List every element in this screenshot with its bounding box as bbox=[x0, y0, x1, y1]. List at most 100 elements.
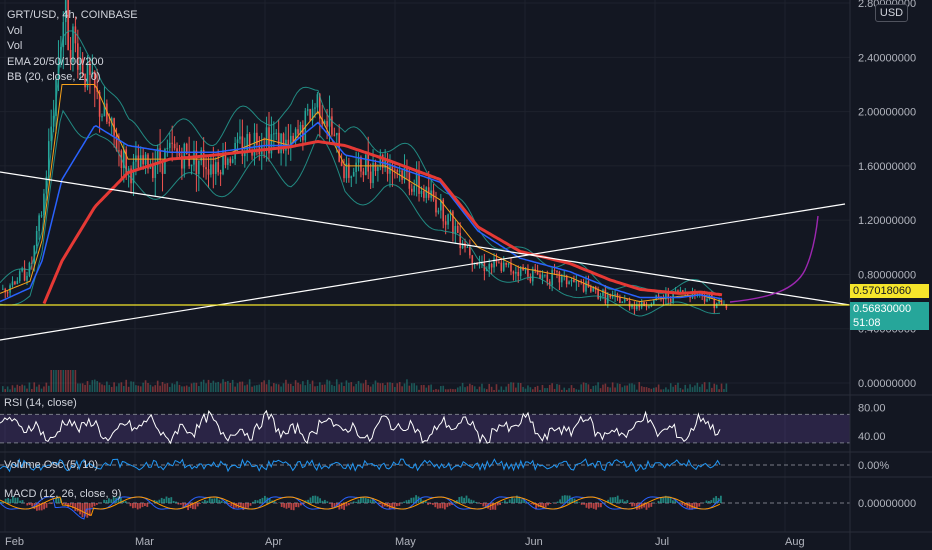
volume-bar bbox=[706, 389, 708, 392]
macd-histogram-bar bbox=[624, 501, 626, 503]
volume-bar bbox=[469, 383, 471, 392]
macd-histogram-bar bbox=[708, 501, 710, 503]
volume-bar bbox=[379, 383, 382, 392]
macd-histogram-bar bbox=[616, 495, 619, 503]
volume-bar bbox=[273, 383, 275, 392]
volume-bar bbox=[444, 389, 447, 392]
volume-bar bbox=[253, 385, 256, 392]
volume-bar bbox=[292, 385, 294, 392]
candle-body bbox=[527, 268, 529, 277]
candle-body bbox=[246, 134, 249, 153]
candle-body bbox=[333, 134, 336, 136]
macd-histogram-bar bbox=[470, 499, 473, 503]
volume-bar bbox=[270, 386, 273, 392]
candle-body bbox=[619, 297, 621, 304]
currency-button[interactable]: USD bbox=[875, 4, 908, 22]
volume-bar bbox=[127, 386, 130, 392]
volume-bar bbox=[14, 387, 16, 392]
volume-bar bbox=[23, 385, 26, 392]
volume-bar bbox=[628, 383, 631, 392]
volume-bar bbox=[200, 381, 203, 392]
macd-histogram-bar bbox=[705, 500, 708, 503]
candle-body bbox=[614, 294, 616, 296]
macd-histogram-bar bbox=[254, 499, 257, 503]
volume-bar bbox=[18, 386, 21, 392]
volume-bar bbox=[415, 385, 418, 392]
volume-bar bbox=[650, 388, 653, 392]
time-axis-label: Feb bbox=[5, 536, 24, 548]
macd-histogram-bar bbox=[626, 500, 629, 503]
macd-histogram-bar bbox=[26, 503, 29, 506]
volume-bar bbox=[609, 387, 612, 392]
legend-vol-1[interactable]: Vol bbox=[7, 24, 138, 40]
volume-bar bbox=[6, 386, 9, 392]
candle-body bbox=[471, 255, 474, 264]
candle-body bbox=[231, 159, 234, 163]
volume-bar bbox=[449, 388, 452, 392]
macd-histogram-bar bbox=[710, 500, 713, 503]
macd-histogram-bar bbox=[220, 500, 223, 503]
candle-body bbox=[500, 262, 503, 271]
volume-bar bbox=[500, 386, 503, 392]
macd-histogram-bar bbox=[650, 503, 653, 507]
candle-body bbox=[425, 187, 428, 198]
candle-body bbox=[507, 263, 510, 265]
chart-canvas[interactable]: RSI (14, close) Volume Osc (5, 10) MACD … bbox=[0, 0, 932, 550]
candle-body bbox=[626, 299, 628, 301]
volume-bar bbox=[645, 387, 648, 392]
volume-bar bbox=[241, 381, 244, 392]
candle-body bbox=[101, 116, 103, 118]
legend-bollinger[interactable]: BB (20, close, 2, 0) bbox=[7, 70, 138, 86]
price-tick-label: 0.00000000 bbox=[858, 378, 916, 390]
volume-bar bbox=[490, 386, 493, 392]
macd-histogram-bar bbox=[69, 503, 72, 506]
symbol-title[interactable]: GRT/USD, 4h, COINBASE bbox=[7, 8, 138, 24]
macd-histogram-bar bbox=[592, 503, 595, 509]
candle-body bbox=[302, 124, 304, 141]
macd-histogram-bar bbox=[556, 501, 559, 503]
volume-bar bbox=[665, 387, 667, 392]
volume-bar bbox=[45, 382, 48, 392]
volume-bar bbox=[98, 382, 101, 392]
candle-body bbox=[398, 170, 401, 172]
time-axis-label: Jul bbox=[655, 536, 669, 548]
macd-histogram-bar bbox=[206, 500, 209, 503]
candle-body bbox=[297, 129, 299, 134]
macd-histogram-bar bbox=[696, 503, 698, 508]
legend-vol-2[interactable]: Vol bbox=[7, 39, 138, 55]
volume-bar bbox=[91, 380, 94, 392]
volume-bar bbox=[696, 382, 699, 392]
volume-bar bbox=[522, 386, 524, 392]
volume-bar bbox=[260, 382, 263, 392]
macd-histogram-bar bbox=[259, 498, 261, 503]
volume-bar bbox=[440, 386, 442, 392]
volume-bar bbox=[340, 382, 343, 392]
macd-histogram-bar bbox=[410, 497, 413, 503]
macd-histogram-bar bbox=[357, 499, 360, 503]
volume-bar bbox=[289, 383, 292, 392]
volume-bar bbox=[669, 383, 672, 392]
volume-bar bbox=[604, 383, 607, 392]
candle-body bbox=[490, 263, 493, 268]
volume-bar bbox=[544, 388, 546, 392]
volume-bar bbox=[106, 381, 108, 392]
legend-ema[interactable]: EMA 20/50/100/200 bbox=[7, 55, 138, 71]
macd-histogram-bar bbox=[201, 501, 204, 503]
volume-bar bbox=[623, 385, 626, 392]
candle-body bbox=[314, 107, 316, 109]
candle-body bbox=[669, 298, 672, 302]
volume-bar bbox=[302, 381, 304, 392]
macd-histogram-bar bbox=[62, 503, 65, 504]
candle-body bbox=[447, 214, 449, 225]
volume-bar bbox=[64, 370, 67, 392]
candle-body bbox=[270, 134, 273, 154]
macd-histogram-bar bbox=[256, 500, 259, 503]
volume-bar bbox=[280, 386, 282, 392]
volume-bar bbox=[333, 385, 336, 392]
candle-body bbox=[6, 292, 9, 294]
macd-histogram-bar bbox=[144, 503, 146, 507]
candle-body bbox=[11, 281, 14, 286]
candle-body bbox=[623, 299, 626, 302]
macd-histogram-bar bbox=[168, 497, 170, 503]
volume-bar bbox=[319, 382, 321, 392]
